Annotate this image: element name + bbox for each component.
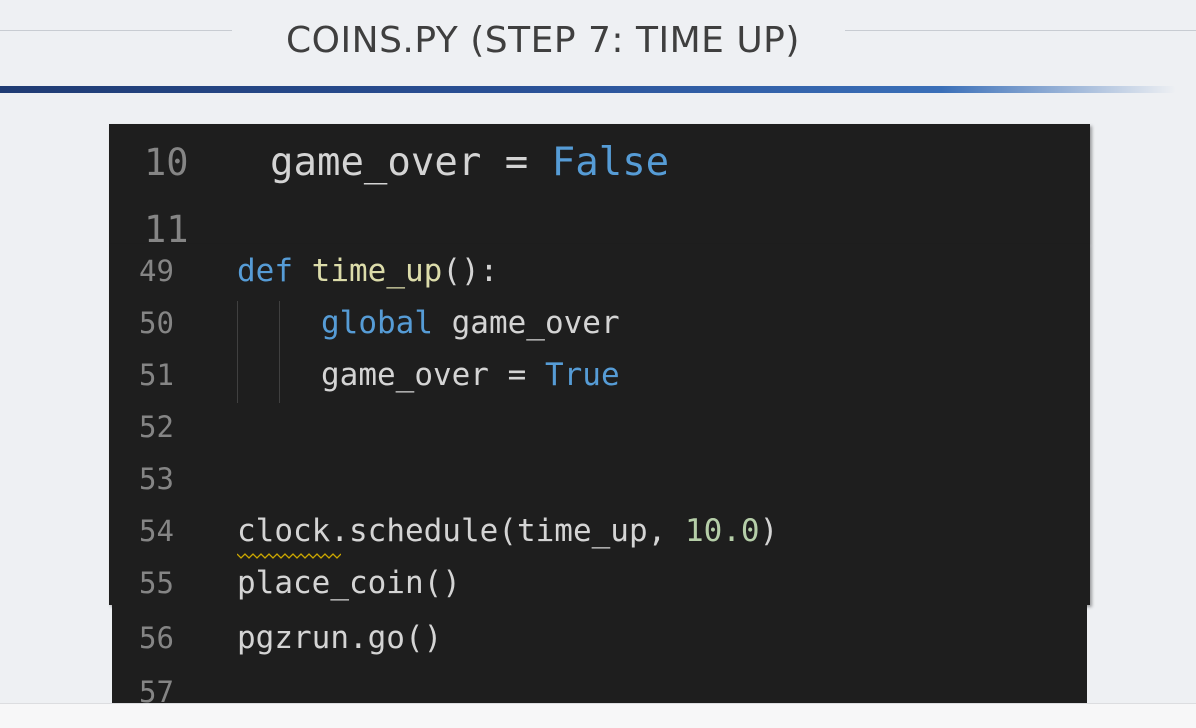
line-number: 10 xyxy=(144,141,189,184)
code-token-text: ) xyxy=(759,513,779,549)
code-token-text: game_over = xyxy=(270,140,552,185)
code-token-constant: False xyxy=(551,140,670,185)
line-number: 11 xyxy=(144,208,189,244)
line-number: 55 xyxy=(139,566,174,600)
line-number: 56 xyxy=(139,621,174,655)
line-number: 57 xyxy=(139,675,174,703)
code-line-51: game_over = True xyxy=(321,357,620,393)
code-token-keyword: global xyxy=(321,305,433,341)
code-snippet-bottom: 56 pgzrun.go() 57 xyxy=(112,605,1087,703)
line-number: 52 xyxy=(139,410,174,444)
accent-bar xyxy=(0,86,1176,93)
code-token-text: pgzrun.go() xyxy=(237,620,443,656)
code-token-module: clock xyxy=(237,513,331,549)
indent-guide xyxy=(237,301,238,403)
line-number: 53 xyxy=(139,462,174,496)
line-number: 50 xyxy=(139,306,174,340)
code-line-54: clock.schedule(time_up, 10.0) xyxy=(237,513,778,549)
code-token-number: 10.0 xyxy=(684,513,760,549)
code-token-text: game_over = xyxy=(321,357,545,393)
code-token-function: time_up xyxy=(311,253,443,289)
code-token-text: game_over xyxy=(432,305,620,341)
code-line-56: pgzrun.go() xyxy=(237,620,442,656)
slide-footer xyxy=(0,703,1196,728)
code-line-50: global game_over xyxy=(321,305,620,341)
code-token-constant: True xyxy=(544,357,620,393)
line-number: 49 xyxy=(139,254,174,288)
code-line-55: place_coin() xyxy=(237,565,461,601)
warning-squiggle xyxy=(237,553,341,559)
indent-guide xyxy=(279,301,280,403)
line-number: 51 xyxy=(139,358,174,392)
code-line-49: def time_up(): xyxy=(237,253,498,289)
code-snippet-top: 10 game_over = False 11 xyxy=(109,124,1090,244)
code-line-10: game_over = False xyxy=(270,140,669,185)
slide-title: COINS.PY (STEP 7: TIME UP) xyxy=(286,20,800,61)
code-token-keyword: def xyxy=(237,253,293,289)
code-token-text: place_coin() xyxy=(237,565,461,601)
slide-header: COINS.PY (STEP 7: TIME UP) xyxy=(0,0,1196,120)
line-number: 54 xyxy=(139,514,174,548)
header-rule-right xyxy=(845,30,1196,31)
code-snippet-main: 49 def time_up(): 50 global game_over 51… xyxy=(109,244,1090,605)
code-token-text: .schedule(time_up, xyxy=(330,513,685,549)
code-token-text: (): xyxy=(442,253,499,289)
